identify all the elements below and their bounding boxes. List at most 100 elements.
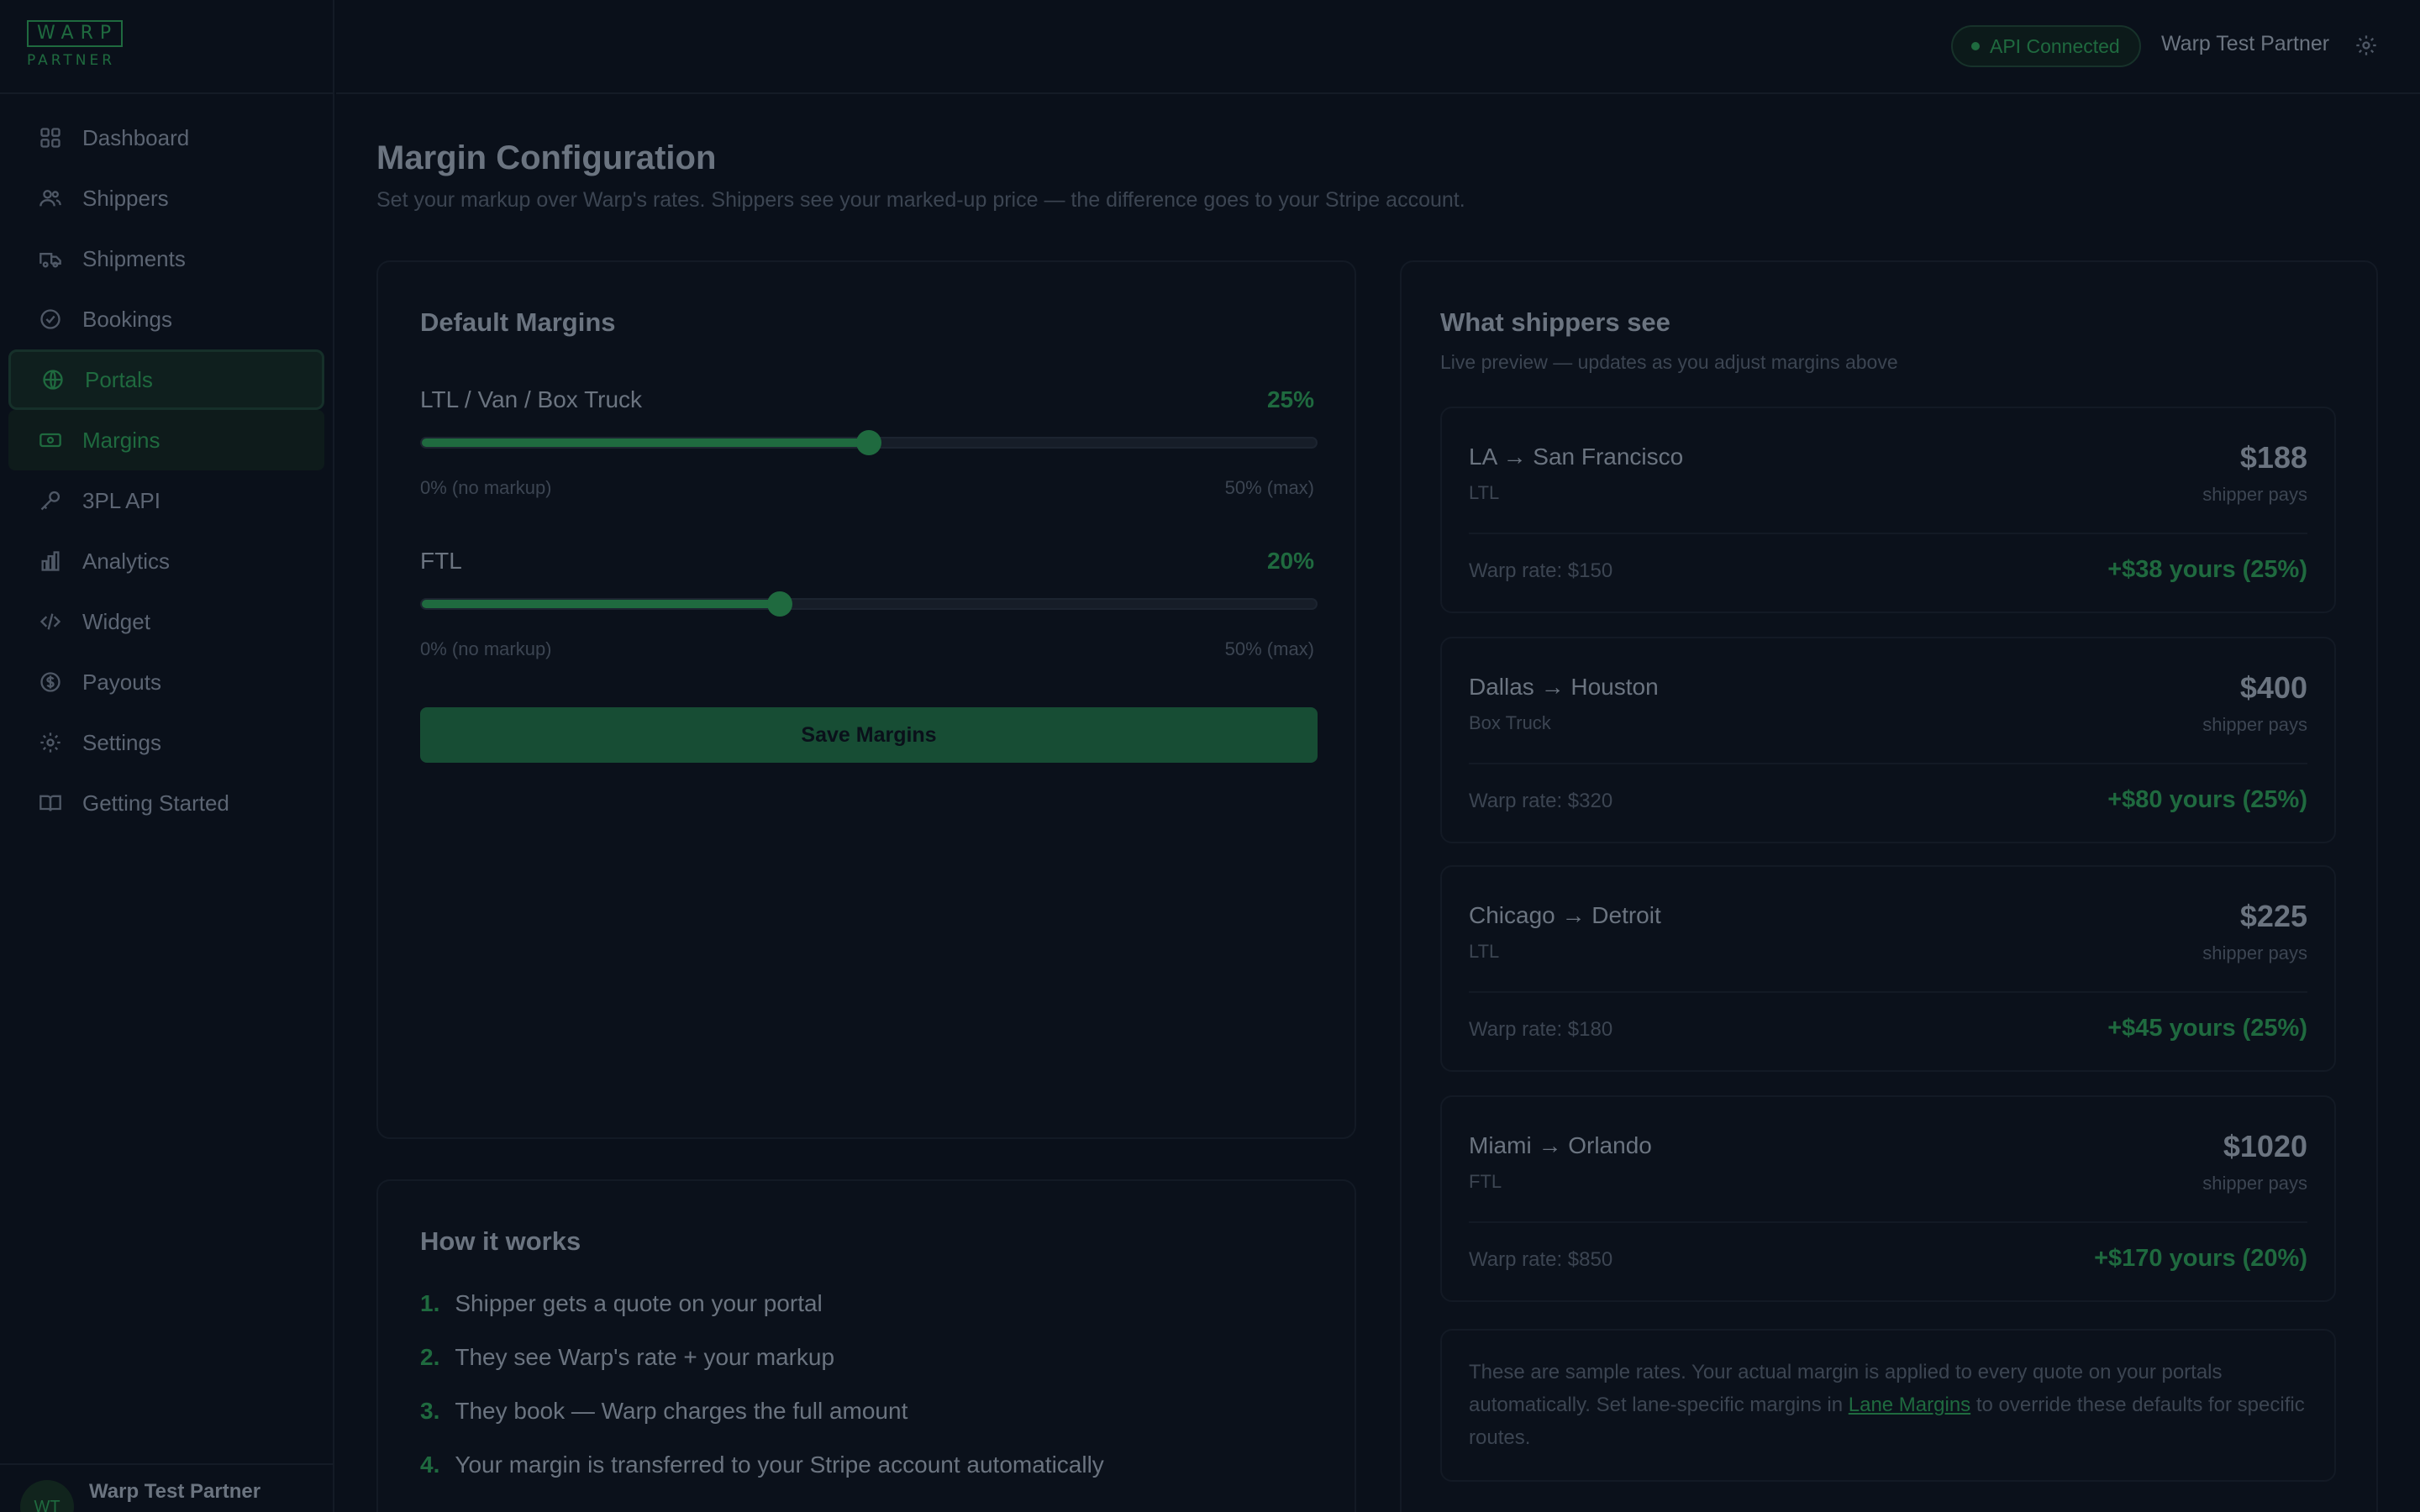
sidebar-item-shipments[interactable]: Shipments [8, 228, 324, 289]
truck-icon [39, 247, 62, 270]
step-text: Your margin is transferred to your Strip… [455, 1452, 1104, 1478]
sidebar-item-settings[interactable]: Settings [8, 712, 324, 773]
lane-route: Miami → Orlando [1469, 1132, 1652, 1158]
sidebar-item-label: Portals [85, 366, 153, 392]
slider-fill [422, 438, 869, 447]
sidebar-item-analytics[interactable]: Analytics [8, 531, 324, 591]
lane-mode: FTL [1469, 1171, 1502, 1192]
logo-area: WARP PARTNER [0, 0, 333, 94]
lane-price: $225 [2239, 899, 2307, 933]
default-margins-card: Default Margins LTL / Van / Box Truck 25… [376, 260, 1356, 1139]
sidebar-item-label: Shippers [82, 185, 169, 211]
gear-icon [39, 731, 62, 754]
slider-fill [422, 600, 780, 608]
lane-price: $188 [2239, 440, 2307, 475]
page-subtitle: Set your markup over Warp's rates. Shipp… [376, 188, 1465, 212]
sample-rates-note: These are sample rates. Your actual marg… [1440, 1329, 2336, 1482]
slider-thumb[interactable] [766, 591, 792, 617]
page-title: Margin Configuration [376, 139, 717, 176]
slider-value-ltl: 25% [1266, 386, 1314, 412]
sidebar-item-label: Shipments [82, 245, 186, 271]
warp-logo[interactable]: WARP [27, 20, 124, 47]
slider-min-label: 0% (no markup) [420, 477, 552, 498]
sidebar-item-shippers[interactable]: Shippers [8, 168, 324, 228]
lane-warp-rate: Warp rate: $320 [1469, 790, 1613, 812]
card-title: What shippers see [1440, 307, 1670, 337]
lane-warp-rate: Warp rate: $150 [1469, 559, 1613, 582]
grid-icon [39, 126, 62, 150]
sidebar-item-portals[interactable]: Portals [8, 349, 324, 410]
margin-slider-ftl[interactable] [420, 591, 1318, 617]
card-title: How it works [420, 1226, 581, 1256]
sidebar-item-label: Dashboard [82, 124, 190, 150]
margin-slider-ltl[interactable] [420, 430, 1318, 455]
lane-margins-link[interactable]: Lane Margins [1849, 1394, 1970, 1416]
lane-route: LA → San Francisco [1469, 444, 1684, 470]
lane-mode: LTL [1469, 482, 1500, 503]
lane-margin: +$80 yours (25%) [2107, 786, 2307, 813]
lane-route: Chicago → Detroit [1469, 902, 1661, 928]
sidebar: WARP PARTNER Dashboard Shippers Shipment… [0, 0, 334, 1512]
bar-chart-icon [39, 549, 62, 573]
lane-price-caption: shipper pays [2202, 714, 2307, 735]
sidebar-nav: Dashboard Shippers Shipments Bookings Po… [0, 94, 333, 833]
users-icon [39, 186, 62, 210]
how-step: 2. They see Warp's rate + your markup [420, 1344, 834, 1371]
sidebar-item-getting-started[interactable]: Getting Started [8, 773, 324, 833]
card-title: Default Margins [420, 307, 616, 337]
lane-price-caption: shipper pays [2202, 484, 2307, 505]
lane-mode: LTL [1469, 941, 1500, 962]
how-step: 1. Shipper gets a quote on your portal [420, 1290, 823, 1317]
lane-price-caption: shipper pays [2202, 1173, 2307, 1194]
dollar-circle-icon [39, 670, 62, 694]
sidebar-item-label: Analytics [82, 548, 171, 574]
sidebar-item-widget[interactable]: Widget [8, 591, 324, 652]
sidebar-item-label: Margins [82, 427, 160, 453]
sidebar-item-payouts[interactable]: Payouts [8, 652, 324, 712]
lane-card: LA → San Francisco LTL $188 shipper pays… [1440, 407, 2336, 613]
lane-price-caption: shipper pays [2202, 942, 2307, 963]
avatar: WT [20, 1480, 74, 1512]
slider-label-ltl: LTL / Van / Box Truck [420, 386, 643, 412]
partner-name: Warp Test Partner [2161, 32, 2330, 55]
lane-margin: +$170 yours (20%) [2094, 1245, 2307, 1272]
how-step: 4. Your margin is transferred to your St… [420, 1452, 1104, 1478]
settings-gear-icon[interactable] [2354, 34, 2378, 57]
step-text: They see Warp's rate + your markup [455, 1344, 835, 1370]
status-dot-icon [1971, 42, 1980, 50]
slider-min-label: 0% (no markup) [420, 638, 552, 659]
shipper-preview-card: What shippers see Live preview — updates… [1400, 260, 2378, 1512]
lane-margin: +$38 yours (25%) [2107, 556, 2307, 583]
lane-card: Chicago → Detroit LTL $225 shipper pays … [1440, 865, 2336, 1072]
how-step: 3. They book — Warp charges the full amo… [420, 1398, 908, 1425]
sidebar-item-dashboard[interactable]: Dashboard [8, 108, 324, 168]
divider [1469, 991, 2307, 993]
save-margins-button[interactable]: Save Margins [420, 707, 1318, 763]
user-footer[interactable]: WT Warp Test Partner [0, 1463, 333, 1512]
lane-mode: Box Truck [1469, 712, 1551, 733]
preview-subtitle: Live preview — updates as you adjust mar… [1440, 351, 1898, 373]
globe-icon [41, 368, 65, 391]
sidebar-item-label: Bookings [82, 306, 172, 332]
sidebar-item-3pl-api[interactable]: 3PL API [8, 470, 324, 531]
lane-margin: +$45 yours (25%) [2107, 1015, 2307, 1042]
sidebar-item-label: 3PL API [82, 487, 160, 513]
sidebar-item-label: Widget [82, 608, 150, 634]
logo-subtitle: PARTNER [27, 52, 116, 69]
slider-thumb[interactable] [856, 430, 881, 455]
banknote-icon [39, 428, 62, 452]
step-number: 1. [420, 1290, 440, 1316]
slider-max-label: 50% (max) [1224, 477, 1314, 498]
lane-route: Dallas → Houston [1469, 674, 1659, 700]
sidebar-item-label: Settings [82, 729, 161, 755]
sidebar-item-margins[interactable]: Margins [8, 410, 324, 470]
step-text: Shipper gets a quote on your portal [455, 1290, 823, 1316]
slider-max-label: 50% (max) [1224, 638, 1314, 659]
api-status-label: API Connected [1990, 34, 2120, 57]
lane-price: $1020 [2223, 1129, 2307, 1163]
user-name: Warp Test Partner [89, 1480, 261, 1503]
code-icon [39, 610, 62, 633]
slider-label-ftl: FTL [420, 548, 462, 574]
lane-price: $400 [2239, 670, 2307, 705]
sidebar-item-bookings[interactable]: Bookings [8, 289, 324, 349]
